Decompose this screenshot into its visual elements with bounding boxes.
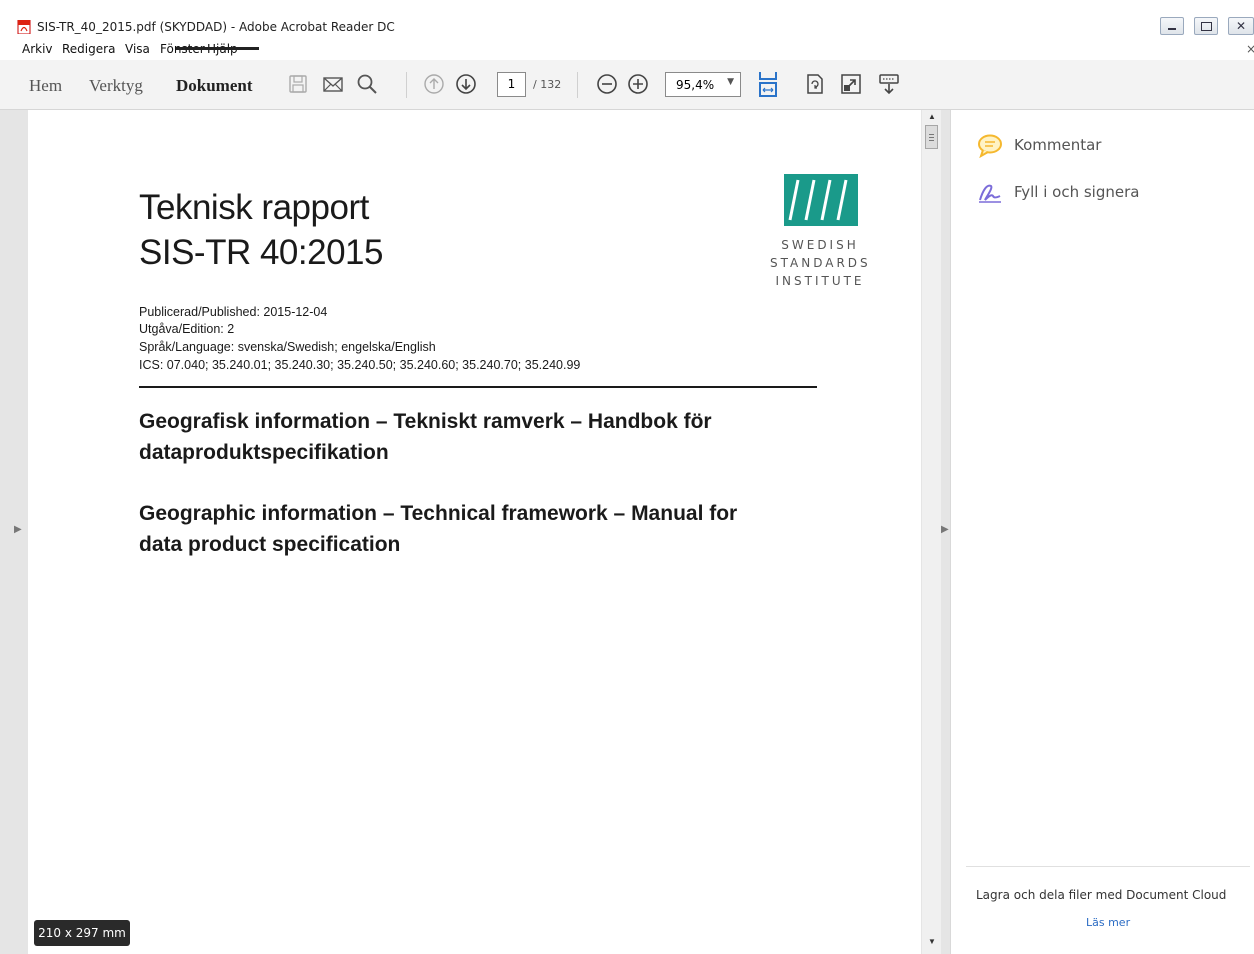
close-icon: ✕ <box>1236 19 1247 33</box>
scroll-down-icon[interactable]: ▼ <box>928 937 936 946</box>
tab-hem[interactable]: Hem <box>29 76 62 96</box>
logo-line-standards: STANDARDS <box>770 256 871 270</box>
left-pane-toggle-icon[interactable]: ▶ <box>14 524 22 535</box>
zoom-dropdown[interactable]: 95,4% ▼ <box>665 72 741 97</box>
read-mode-icon[interactable] <box>878 73 900 95</box>
menu-redigera[interactable]: Redigera <box>62 42 115 56</box>
toolbar: Hem Verktyg Dokument <box>0 60 1254 110</box>
page-number-input[interactable]: 1 <box>497 72 526 97</box>
tools-pane <box>951 110 1254 954</box>
prev-page-icon[interactable] <box>423 73 445 95</box>
zoom-out-icon[interactable] <box>596 73 618 95</box>
scroll-up-icon[interactable]: ▲ <box>928 112 936 121</box>
tab-verktyg[interactable]: Verktyg <box>89 76 143 96</box>
meta-edition: Utgåva/Edition: 2 <box>139 322 235 336</box>
rotate-icon[interactable] <box>804 73 826 95</box>
toolbar-separator <box>406 72 407 98</box>
logo-line-institute: INSTITUTE <box>775 274 865 288</box>
vertical-scrollbar[interactable] <box>922 110 941 954</box>
email-icon[interactable] <box>322 73 344 95</box>
menu-bar: Arkiv Redigera Visa Fönster Hjälp × <box>0 40 1254 60</box>
document-cloud-promo: Lagra och dela filer med Document Cloud <box>976 888 1227 902</box>
window-title: SIS-TR_40_2015.pdf (SKYDDAD) - Adobe Acr… <box>37 20 395 34</box>
close-document-icon[interactable]: × <box>1246 42 1254 56</box>
heading-swedish-line1: Geografisk information – Tekniskt ramver… <box>139 410 712 433</box>
fill-sign-icon[interactable] <box>977 180 1003 204</box>
horizontal-rule <box>139 386 817 388</box>
save-icon[interactable] <box>287 73 309 95</box>
maximize-button[interactable] <box>1194 17 1218 35</box>
meta-published: Publicerad/Published: 2015-12-04 <box>139 305 328 319</box>
pdf-file-icon <box>17 20 31 34</box>
toolbar-separator <box>577 72 578 98</box>
heading-english-line1: Geographic information – Technical frame… <box>139 502 738 525</box>
sis-logo <box>784 174 858 226</box>
comment-icon[interactable] <box>977 134 1003 158</box>
pane-section-divider <box>966 866 1250 867</box>
tab-dokument[interactable]: Dokument <box>176 76 253 96</box>
page-total: / 132 <box>533 78 562 91</box>
heading-swedish-line2: dataproduktspecifikation <box>139 441 389 464</box>
next-page-icon[interactable] <box>455 73 477 95</box>
tool-kommentar[interactable]: Kommentar <box>1014 136 1101 154</box>
maximize-icon <box>1201 22 1212 31</box>
right-pane-toggle-icon[interactable]: ▶ <box>941 524 949 535</box>
minimize-button[interactable] <box>1160 17 1184 35</box>
meta-ics: ICS: 07.040; 35.240.01; 35.240.30; 35.24… <box>139 358 581 372</box>
heading-english-line2: data product specification <box>139 533 401 556</box>
menu-visa[interactable]: Visa <box>125 42 150 56</box>
active-tab-indicator <box>176 47 259 50</box>
page-size-badge: 210 x 297 mm <box>34 920 130 946</box>
report-title: Teknisk rapport <box>139 188 369 227</box>
report-number: SIS-TR 40:2015 <box>139 233 383 272</box>
zoom-in-icon[interactable] <box>627 73 649 95</box>
search-icon[interactable] <box>356 73 378 95</box>
fullscreen-icon[interactable] <box>840 73 862 95</box>
close-window-button[interactable]: ✕ <box>1228 17 1254 35</box>
scrollbar-thumb[interactable] <box>925 125 938 149</box>
fit-width-icon[interactable] <box>757 70 779 98</box>
chevron-down-icon: ▼ <box>727 77 734 87</box>
tool-fyll-i-och-signera[interactable]: Fyll i och signera <box>1014 183 1139 201</box>
minimize-icon <box>1168 28 1176 30</box>
zoom-value: 95,4% <box>676 78 715 92</box>
menu-arkiv[interactable]: Arkiv <box>22 42 53 56</box>
meta-language: Språk/Language: svenska/Swedish; engelsk… <box>139 340 436 354</box>
read-more-link[interactable]: Läs mer <box>1086 916 1130 929</box>
logo-line-swedish: SWEDISH <box>781 238 859 252</box>
